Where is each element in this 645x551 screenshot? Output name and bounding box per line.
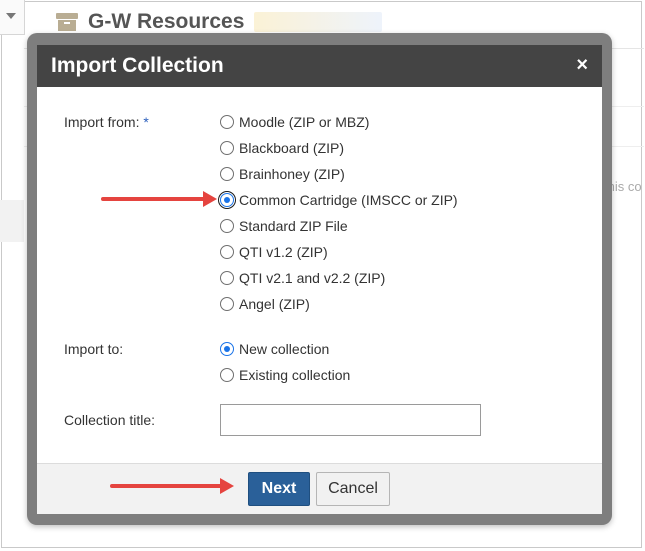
annotation-arrow-right-icon — [101, 191, 217, 207]
collection-title-input[interactable] — [220, 404, 481, 436]
import-from-option-moodle[interactable]: Moodle (ZIP or MBZ) — [220, 112, 369, 132]
import-from-option-qti-v12[interactable]: QTI v1.2 (ZIP) — [220, 242, 328, 262]
radio-button[interactable] — [220, 245, 234, 259]
radio-button[interactable] — [220, 167, 234, 181]
radio-button[interactable] — [220, 115, 234, 129]
radio-button[interactable] — [220, 297, 234, 311]
import-from-option-standard-zip[interactable]: Standard ZIP File — [220, 216, 348, 236]
radio-button[interactable] — [220, 219, 234, 233]
dialog-body: Import from: * Moodle (ZIP or MBZ) Black… — [37, 87, 602, 463]
page-dropdown[interactable] — [0, 0, 25, 35]
close-icon[interactable]: × — [576, 54, 588, 76]
collection-title-label: Collection title: — [64, 412, 156, 428]
import-from-option-brainhoney[interactable]: Brainhoney (ZIP) — [220, 164, 345, 184]
page-side-strip — [0, 200, 24, 242]
radio-button-selected[interactable] — [218, 191, 236, 209]
redacted-text — [254, 12, 383, 32]
import-from-option-qti-v21-v22[interactable]: QTI v2.1 and v2.2 (ZIP) — [220, 268, 385, 288]
import-collection-dialog: Import Collection × Import from: * Moodl… — [27, 33, 612, 525]
import-to-label: Import to: — [64, 341, 124, 357]
archive-box-icon — [56, 13, 78, 31]
next-button[interactable]: Next — [248, 472, 310, 506]
radio-button[interactable] — [220, 368, 234, 382]
radio-button[interactable] — [220, 141, 234, 155]
import-from-option-common-cartridge[interactable]: Common Cartridge (IMSCC or ZIP) — [218, 190, 458, 210]
import-to-option-existing-collection[interactable]: Existing collection — [220, 365, 350, 385]
radio-button-selected[interactable] — [220, 342, 234, 356]
page-title: G-W Resources — [88, 10, 245, 33]
dialog-footer: Next Cancel — [37, 463, 602, 514]
import-from-label: Import from: * — [64, 114, 149, 130]
required-marker: * — [143, 114, 149, 130]
annotation-arrow-right-icon — [110, 478, 234, 494]
caret-down-icon — [6, 13, 16, 19]
import-to-option-new-collection[interactable]: New collection — [220, 339, 329, 359]
cancel-button[interactable]: Cancel — [316, 472, 390, 506]
import-from-option-blackboard[interactable]: Blackboard (ZIP) — [220, 138, 344, 158]
import-from-option-angel[interactable]: Angel (ZIP) — [220, 294, 310, 314]
dialog-title: Import Collection — [51, 54, 224, 77]
dialog-header: Import Collection × — [37, 45, 602, 87]
radio-button[interactable] — [220, 271, 234, 285]
